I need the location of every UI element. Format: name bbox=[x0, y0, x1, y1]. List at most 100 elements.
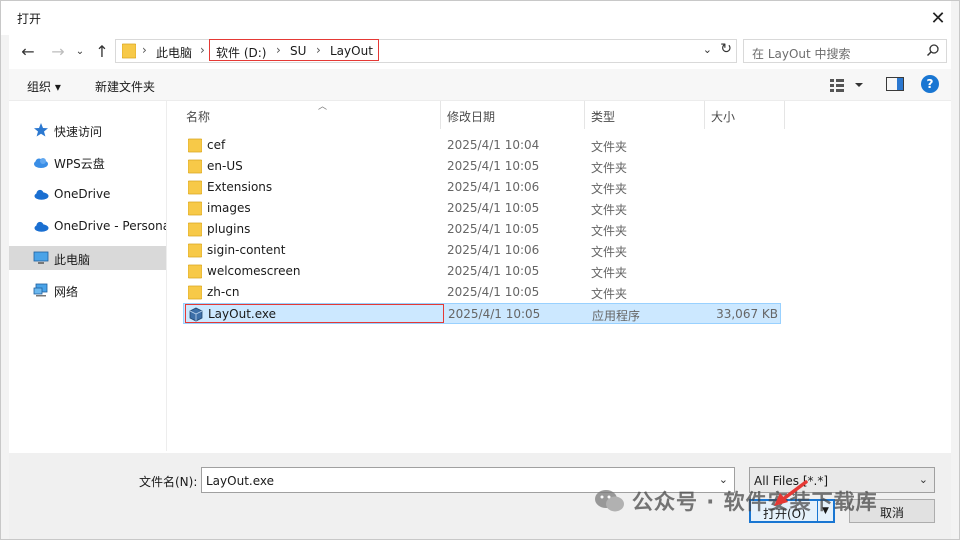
file-type: 文件夹 bbox=[591, 203, 628, 217]
filename-highlight-box bbox=[185, 304, 444, 323]
table-row[interactable]: plugins 2025/4/1 10:05 文件夹 bbox=[183, 219, 781, 240]
table-row[interactable]: en-US 2025/4/1 10:05 文件夹 bbox=[183, 156, 781, 177]
organize-button[interactable]: 组织 ▾ bbox=[27, 78, 61, 95]
breadcrumb-separator-icon: › bbox=[200, 43, 205, 57]
column-header-type[interactable]: 类型 bbox=[585, 101, 705, 129]
up-button[interactable]: ↑ bbox=[91, 40, 113, 62]
close-icon: ✕ bbox=[930, 7, 946, 29]
new-folder-button[interactable]: 新建文件夹 bbox=[95, 78, 155, 95]
folder-icon bbox=[188, 201, 202, 216]
star-icon bbox=[34, 123, 48, 137]
file-date: 2025/4/1 10:05 bbox=[447, 222, 540, 236]
file-date: 2025/4/1 10:05 bbox=[447, 264, 540, 278]
filename-field[interactable]: LayOut.exe ⌄ bbox=[201, 467, 735, 493]
file-size: 33,067 KB bbox=[716, 307, 778, 321]
arrow-left-icon: ← bbox=[21, 41, 35, 61]
arrow-up-icon: ↑ bbox=[95, 41, 109, 61]
file-type: 文件夹 bbox=[591, 224, 628, 238]
file-name: cef bbox=[207, 138, 226, 152]
filetype-select[interactable]: All Files [*.*] ⌄ bbox=[749, 467, 935, 493]
computer-icon bbox=[33, 251, 49, 264]
file-list: 名称 ︿ 修改日期 类型 大小 cef 2025/4/1 10:04 文件夹 e… bbox=[167, 101, 951, 451]
column-header-name[interactable]: 名称 ︿ bbox=[180, 101, 441, 129]
file-date: 2025/4/1 10:06 bbox=[447, 180, 540, 194]
onedrive-icon bbox=[34, 221, 49, 232]
back-button[interactable]: ← bbox=[17, 40, 39, 62]
file-date: 2025/4/1 10:05 bbox=[448, 307, 541, 321]
table-row[interactable]: images 2025/4/1 10:05 文件夹 bbox=[183, 198, 781, 219]
file-name: sigin-content bbox=[207, 243, 286, 257]
recent-locations-button[interactable]: ⌄ bbox=[69, 40, 91, 62]
preview-pane-icon[interactable] bbox=[886, 77, 904, 91]
column-header-size[interactable]: 大小 bbox=[705, 101, 785, 129]
file-name: zh-cn bbox=[207, 285, 240, 299]
breadcrumb-this-pc[interactable]: 此电脑 bbox=[156, 44, 192, 61]
triangle-down-icon: ▼ bbox=[822, 506, 829, 516]
folder-icon bbox=[188, 285, 202, 300]
file-type: 文件夹 bbox=[591, 161, 628, 175]
table-row[interactable]: sigin-content 2025/4/1 10:06 文件夹 bbox=[183, 240, 781, 261]
forward-button[interactable]: → bbox=[47, 40, 69, 62]
column-header-label: 大小 bbox=[711, 110, 736, 124]
cancel-button[interactable]: 取消 bbox=[849, 499, 935, 523]
open-button[interactable]: 打开(O) ▼ bbox=[749, 499, 835, 523]
filename-value: LayOut.exe bbox=[206, 474, 274, 488]
sidebar-item-onedrive-personal[interactable]: OneDrive - Persona bbox=[9, 214, 166, 238]
folder-icon bbox=[188, 159, 202, 174]
address-bar[interactable]: › 此电脑 › 软件 (D:) › SU › LayOut ⌄ ↻ bbox=[115, 39, 737, 63]
chevron-down-icon: ⌄ bbox=[918, 473, 928, 486]
cancel-button-label: 取消 bbox=[879, 506, 904, 520]
close-button[interactable]: ✕ bbox=[925, 6, 951, 30]
arrow-right-icon: → bbox=[51, 41, 65, 61]
column-header-label: 类型 bbox=[591, 110, 616, 124]
search-placeholder: 在 LayOut 中搜索 bbox=[752, 47, 851, 61]
sidebar-item-label: 快速访问 bbox=[54, 125, 103, 139]
sidebar-item-this-pc[interactable]: 此电脑 bbox=[9, 246, 166, 270]
sidebar-item-network[interactable]: 网络 bbox=[9, 278, 166, 302]
help-icon[interactable]: ? bbox=[921, 75, 939, 93]
sidebar-item-wps-cloud[interactable]: WPS云盘 bbox=[9, 150, 166, 174]
file-date: 2025/4/1 10:05 bbox=[447, 201, 540, 215]
file-name: welcomescreen bbox=[207, 264, 301, 278]
onedrive-icon bbox=[34, 189, 49, 200]
file-name: images bbox=[207, 201, 251, 215]
table-row[interactable]: zh-cn 2025/4/1 10:05 文件夹 bbox=[183, 282, 781, 303]
path-highlight-box bbox=[209, 39, 379, 61]
navigation-bar: ← → ⌄ ↑ › 此电脑 › 软件 (D:) › SU › LayOut ⌄ … bbox=[9, 35, 951, 67]
folder-icon bbox=[188, 138, 202, 153]
table-row[interactable]: Extensions 2025/4/1 10:06 文件夹 bbox=[183, 177, 781, 198]
column-header-label: 名称 bbox=[186, 110, 211, 124]
column-header-date[interactable]: 修改日期 bbox=[441, 101, 585, 129]
table-row[interactable]: welcomescreen 2025/4/1 10:05 文件夹 bbox=[183, 261, 781, 282]
sidebar-item-onedrive[interactable]: OneDrive bbox=[9, 182, 166, 206]
table-row-selected[interactable]: LayOut.exe 2025/4/1 10:05 应用程序 33,067 KB bbox=[183, 303, 781, 324]
open-options-dropdown[interactable]: ▼ bbox=[817, 501, 833, 521]
breadcrumb-separator-icon: › bbox=[142, 43, 147, 57]
chevron-down-icon: ⌄ bbox=[75, 45, 85, 57]
folder-icon bbox=[188, 264, 202, 279]
folder-icon bbox=[188, 243, 202, 258]
search-input[interactable]: 在 LayOut 中搜索 bbox=[743, 39, 947, 63]
folder-icon bbox=[122, 43, 136, 59]
chevron-down-icon[interactable]: ⌄ bbox=[703, 43, 712, 56]
file-type: 文件夹 bbox=[591, 245, 628, 259]
sidebar-item-label: WPS云盘 bbox=[54, 157, 105, 171]
filetype-value: All Files [*.*] bbox=[754, 474, 829, 488]
file-date: 2025/4/1 10:05 bbox=[447, 159, 540, 173]
command-bar: 组织 ▾ 新建文件夹 ? bbox=[9, 69, 951, 101]
network-icon bbox=[33, 283, 48, 297]
refresh-icon[interactable]: ↻ bbox=[720, 41, 732, 57]
file-date: 2025/4/1 10:05 bbox=[447, 285, 540, 299]
open-button-label: 打开(O) bbox=[763, 507, 806, 521]
chevron-down-icon[interactable]: ⌄ bbox=[719, 473, 728, 486]
file-date: 2025/4/1 10:04 bbox=[447, 138, 540, 152]
sidebar-item-label: 此电脑 bbox=[54, 253, 91, 267]
folder-icon bbox=[188, 180, 202, 195]
sidebar-item-quick-access[interactable]: 快速访问 bbox=[9, 118, 166, 142]
view-options-icon[interactable] bbox=[829, 77, 863, 93]
file-type: 文件夹 bbox=[591, 140, 628, 154]
open-file-dialog: 打开 ✕ ← → ⌄ ↑ › 此电脑 › 软件 (D:) › SU › LayO… bbox=[0, 0, 960, 540]
sort-ascending-icon: ︿ bbox=[318, 102, 328, 112]
table-row[interactable]: cef 2025/4/1 10:04 文件夹 bbox=[183, 135, 781, 156]
file-name: en-US bbox=[207, 159, 243, 173]
